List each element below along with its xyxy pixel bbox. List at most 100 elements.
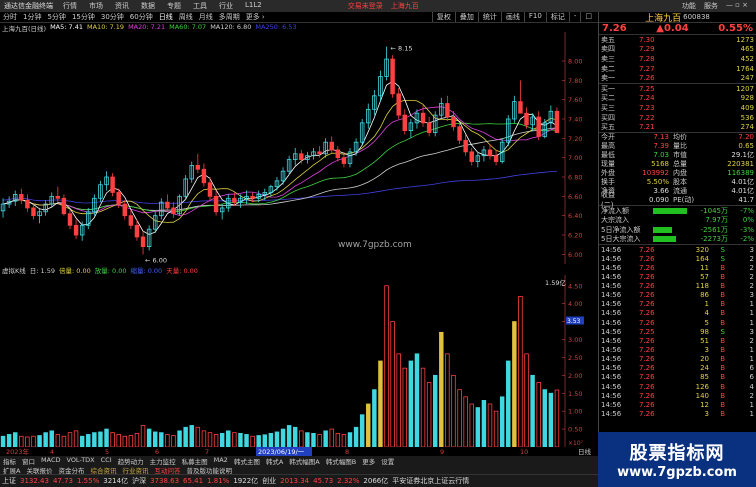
menu-item[interactable]: 市场 <box>83 1 109 11</box>
tick-volume: 86 <box>700 291 709 300</box>
menu-item[interactable]: L1L2 <box>239 1 268 11</box>
volume-bar <box>110 432 115 447</box>
order-price: 7.24 <box>639 94 655 103</box>
chart-tool-button[interactable]: 统计 <box>477 12 501 22</box>
tick-volume: 164 <box>695 254 709 263</box>
extension-tab[interactable]: 普及版功能说明 <box>183 465 235 475</box>
indicator-tab[interactable]: 趋势动力 <box>115 456 147 466</box>
volume-bar <box>366 403 371 447</box>
bid-row[interactable]: 买三 7.23 409 <box>599 103 756 113</box>
indicator-tab[interactable]: CCI <box>98 456 115 465</box>
period-tab[interactable]: 30分钟 <box>98 12 127 22</box>
candlestick-chart[interactable]: 8.00 7.80 7.60 7.40 7.20 7.00 6.80 6.60 6.40 6.20… <box>0 32 598 264</box>
tick-time: 14:56 <box>601 391 622 400</box>
period-tab[interactable]: 15分钟 <box>69 12 98 22</box>
quote-panel: 上海九百 600838 7.26 ▲0.04 0.55% 卖五 7.30 1273 卖… <box>598 12 756 474</box>
indicator-tab[interactable]: 韩式幅图A <box>286 456 322 466</box>
chart-tool-button[interactable]: - <box>568 12 581 22</box>
tick-volume: 11 <box>700 263 709 272</box>
flow-label: 净流入额 <box>601 206 629 215</box>
menu-item[interactable]: 行情 <box>57 1 83 11</box>
menu-item[interactable]: 数据 <box>135 1 161 11</box>
tick-list[interactable]: 14:56 7.26 320 S 3 14:56 7.26 164 S 2 14:56 7.26 11 B… <box>599 245 756 419</box>
service-menu[interactable]: 服务 <box>700 1 722 11</box>
volume-bar <box>92 432 97 447</box>
period-tab[interactable]: 1分钟 <box>20 12 44 22</box>
indicator-tab[interactable]: VOL-TDX <box>63 456 97 465</box>
chart-tool-button[interactable]: 复权 <box>431 12 455 22</box>
period-tab[interactable]: 月线 <box>196 12 216 22</box>
ask-row[interactable]: 卖三 7.28 452 <box>599 54 756 64</box>
order-volume: 1764 <box>736 64 754 73</box>
volume-bar <box>0 435 6 447</box>
extension-tab[interactable]: 行业资讯 <box>119 465 151 475</box>
indicator-tab[interactable]: MACD <box>38 456 63 465</box>
indicator-tab[interactable]: 指标 <box>0 456 19 466</box>
chart-tool-button[interactable]: 画线 <box>500 12 524 22</box>
period-tab[interactable]: 分时 <box>0 12 20 22</box>
menu-item[interactable]: 工具 <box>187 1 213 11</box>
chart-tool-button[interactable]: 叠加 <box>454 12 478 22</box>
tick-time: 14:56 <box>601 282 622 291</box>
extension-tab[interactable]: 资金分布 <box>55 465 87 475</box>
tick-volume: 1 <box>704 300 709 309</box>
extension-tab[interactable]: 互动问答 <box>151 465 183 475</box>
login-status[interactable]: 交易未登录 <box>348 1 383 11</box>
candle-body <box>317 151 322 155</box>
volume-bar <box>268 432 274 447</box>
period-tab[interactable]: 更多 › <box>243 12 268 22</box>
chart-tool-button[interactable]: □ <box>580 12 596 22</box>
bid-row[interactable]: 买五 7.21 274 <box>599 122 756 132</box>
extension-tab[interactable]: 关联报价 <box>23 465 55 475</box>
function-menu[interactable]: 功能 <box>678 1 700 11</box>
volume-indicator-value: 放量: 0.00 <box>94 267 127 275</box>
stat-value: 103992 <box>642 169 669 178</box>
indicator-tab[interactable]: 韩式幅图B <box>323 456 359 466</box>
order-level-label: 买一 <box>601 84 615 93</box>
indicator-tab[interactable]: 更多 <box>359 456 378 466</box>
indicator-tab[interactable]: MA2 <box>211 456 231 465</box>
tick-count: 6 <box>749 364 754 373</box>
tick-row: 14:56 7.26 57 B 2 <box>599 272 756 281</box>
menu-item[interactable]: 专题 <box>161 1 187 11</box>
x-axis-label: 8 <box>345 448 349 456</box>
period-tab[interactable]: 日线 <box>156 12 176 22</box>
period-tab[interactable]: 周线 <box>176 12 196 22</box>
tick-row: 14:56 7.26 3 B 1 <box>599 409 756 418</box>
ask-row[interactable]: 卖五 7.30 1273 <box>599 35 756 45</box>
candle-body <box>445 103 450 118</box>
tick-price: 7.26 <box>639 400 655 409</box>
period-tab[interactable]: 60分钟 <box>127 12 156 22</box>
menu-item[interactable]: 资讯 <box>109 1 135 11</box>
ask-row[interactable]: 卖二 7.27 1764 <box>599 64 756 74</box>
tick-price: 7.26 <box>639 282 655 291</box>
indicator-tab[interactable]: 主力监控 <box>147 456 179 466</box>
fund-flows: 净流入额 -1045万 -7% 大宗流入 7.97万 0% 5日净流入额 -2561万 -3% 5… <box>599 206 756 244</box>
window-buttons[interactable]: — ▫ × <box>722 1 752 11</box>
volume-axis-label: 2.00 <box>568 372 582 380</box>
tick-time: 14:56 <box>601 410 622 419</box>
volume-bar <box>43 432 48 447</box>
menu-item[interactable]: 行业 <box>213 1 239 11</box>
bid-row[interactable]: 买二 7.24 928 <box>599 94 756 104</box>
volume-bar <box>493 410 499 447</box>
indicator-tab[interactable]: 韩式主图 <box>231 456 263 466</box>
indicator-tab[interactable]: 韩式A <box>263 456 286 466</box>
tick-count: 3 <box>749 245 754 254</box>
period-tab[interactable]: 5分钟 <box>44 12 68 22</box>
bid-row[interactable]: 买四 7.22 536 <box>599 113 756 123</box>
chart-tool-button[interactable]: 标记 <box>545 12 569 22</box>
indicator-tab[interactable]: 设置 <box>378 456 397 466</box>
indicator-tab[interactable]: 窗口 <box>19 456 38 466</box>
extension-tab[interactable]: 扩展A <box>0 465 23 475</box>
indicator-tab[interactable]: 私募主图 <box>179 456 211 466</box>
volume-chart[interactable]: 4.504.003.503.002.502.001.501.000.50×10⁷… <box>0 275 598 447</box>
bid-row[interactable]: 买一 7.25 1207 <box>599 84 756 94</box>
chart-tool-button[interactable]: F10 <box>523 12 546 22</box>
candle-body <box>554 110 560 133</box>
ask-row[interactable]: 卖一 7.26 247 <box>599 73 756 83</box>
extension-tab[interactable]: 综合资讯 <box>87 465 119 475</box>
candle-body <box>122 203 128 217</box>
period-tab[interactable]: 多周期 <box>216 12 243 22</box>
ask-row[interactable]: 卖四 7.29 465 <box>599 45 756 55</box>
